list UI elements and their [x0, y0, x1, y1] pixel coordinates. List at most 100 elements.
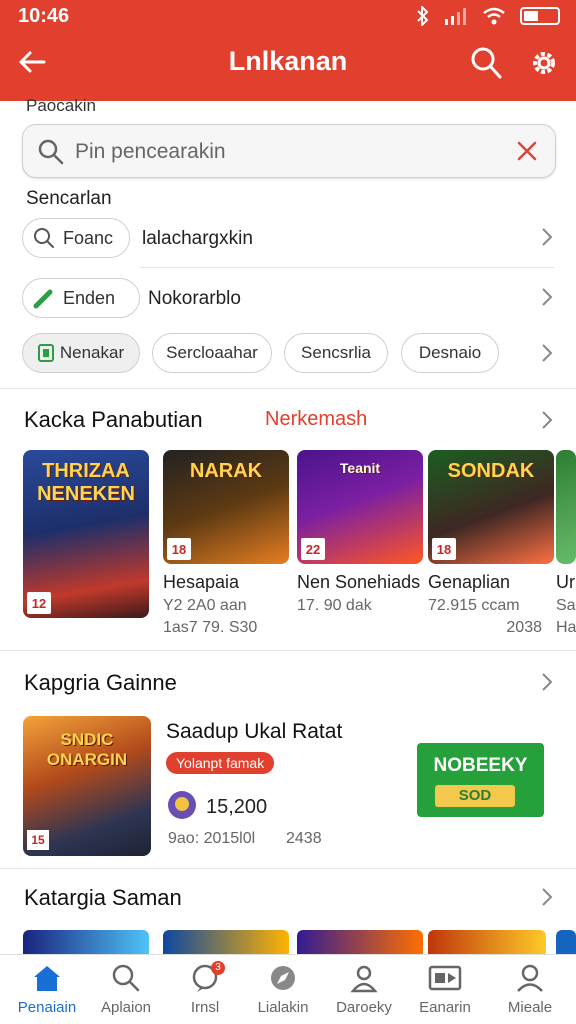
button-label: NOBEEKY: [433, 755, 528, 776]
game-meta: 72.915 ccam: [428, 597, 520, 614]
section-link[interactable]: Nerkemash: [265, 408, 367, 431]
chevron-right-icon[interactable]: [540, 671, 554, 693]
featured-meta-secondary: 2438: [286, 830, 322, 847]
section-title: Kacka Panabutian: [24, 407, 203, 432]
game-thumbnail-partial[interactable]: [23, 930, 149, 954]
chevron-right-icon: [542, 228, 553, 246]
history-row[interactable]: Enden Nokorarblo: [0, 270, 576, 326]
app-bar: 10:46 Lnlkanan: [0, 0, 576, 101]
game-name: Hesapaia: [163, 572, 240, 592]
featured-meta: 9ao: 2015l0l: [168, 830, 256, 847]
search-icon: [34, 228, 54, 248]
game-meta: Sa: [556, 597, 576, 614]
history-chip[interactable]: Enden: [22, 278, 140, 318]
game-card-partial[interactable]: Ur Sa Ha: [556, 450, 576, 637]
age-rating-badge: 18: [432, 538, 456, 560]
history-row[interactable]: Foanc lalachargxkin: [0, 210, 576, 266]
history-chip-label: Enden: [63, 287, 116, 308]
game-art-title: SNDIC ONARGIN: [46, 730, 128, 769]
history-label: Sencarlan: [26, 188, 112, 209]
nav-label: Mieale: [507, 999, 553, 1016]
game-thumbnail-partial[interactable]: [163, 930, 289, 954]
search-box[interactable]: [22, 124, 556, 178]
nav-item-search[interactable]: Aplaion: [86, 961, 166, 1016]
section-divider: [0, 650, 576, 651]
filter-chip-desnaio[interactable]: Desnaio: [401, 333, 499, 373]
account-icon: [517, 964, 543, 992]
category-icon: [37, 344, 54, 362]
notification-badge: 3: [211, 961, 225, 975]
game-name: Genaplian: [428, 572, 511, 592]
history-chip-label: Foanc: [63, 227, 114, 248]
featured-price: 15,200: [206, 796, 268, 818]
age-rating-badge: 15: [27, 830, 49, 850]
filter-chip-label: Desnaio: [418, 343, 482, 362]
nav-label: Penaiain: [17, 999, 77, 1016]
game-thumbnail: THRIZAA NENEKEN 12: [23, 450, 149, 618]
game-meta-secondary: 1as7 79. S30: [163, 619, 258, 636]
section-title: Kapgria Gainne: [24, 670, 177, 695]
media-icon: [428, 965, 462, 991]
filter-chip-nenakar[interactable]: Nenakar: [22, 333, 140, 373]
nav-item-media[interactable]: Eanarin: [405, 961, 485, 1016]
search-button[interactable]: [470, 46, 502, 80]
home-icon: [34, 966, 60, 991]
game-meta-secondary: 2038: [506, 619, 542, 636]
history-chip[interactable]: Foanc: [22, 218, 130, 258]
compass-icon: [271, 966, 295, 990]
featured-action-button[interactable]: NOBEEKY SOD: [417, 743, 544, 817]
age-rating-badge: 22: [301, 538, 325, 560]
game-card[interactable]: NARAK 18 Hesapaia Y2 2A0 aan 1as7 79. S3…: [163, 450, 289, 637]
game-meta-secondary: Ha: [556, 619, 576, 636]
game-art-title: NARAK: [189, 460, 263, 482]
game-meta: Y2 2A0 aan: [163, 597, 247, 614]
game-card[interactable]: THRIZAA NENEKEN 12: [23, 450, 149, 618]
featured-game-title: Saadup Ukal Ratat: [166, 720, 343, 743]
status-time: 10:46: [18, 5, 70, 27]
chevron-right-icon[interactable]: [540, 409, 554, 431]
search-icon: [38, 139, 64, 165]
clear-search-button[interactable]: [515, 139, 539, 163]
game-name: Ur: [556, 572, 575, 592]
search-input[interactable]: [75, 135, 505, 169]
game-card[interactable]: SONDAK 18 Genaplian 72.915 ccam 2038: [428, 450, 554, 637]
signal-icon: [445, 8, 466, 25]
nav-item-chat[interactable]: 3 Irnsl: [165, 961, 245, 1016]
nav-item-home[interactable]: Penaiain: [7, 961, 87, 1016]
status-bar: 10:46: [0, 0, 576, 32]
section-divider: [0, 388, 576, 389]
nav-item-explore[interactable]: Lialakin: [243, 961, 323, 1016]
game-thumbnail-partial[interactable]: [297, 930, 423, 954]
game-thumbnail: Teanit 22: [297, 450, 423, 564]
settings-gear-button[interactable]: [528, 47, 560, 79]
nav-item-account[interactable]: Mieale: [490, 961, 570, 1016]
featured-game-thumbnail[interactable]: SNDIC ONARGIN 15: [23, 716, 151, 856]
game-thumbnail-partial[interactable]: [428, 930, 546, 954]
age-rating-badge: 12: [27, 592, 51, 614]
chevron-right-icon[interactable]: [540, 886, 554, 908]
age-rating-badge: 18: [167, 538, 191, 560]
chevron-right-icon[interactable]: [540, 342, 554, 364]
section-divider: [0, 868, 576, 869]
game-card[interactable]: Teanit 22 Nen Sonehiads 17. 90 dak: [297, 450, 423, 615]
status-icons: [416, 6, 560, 26]
filter-chip-sencsrlia[interactable]: Sencsrlia: [284, 333, 388, 373]
divider: [140, 267, 554, 268]
breadcrumb: Paocakin: [26, 96, 96, 115]
game-thumbnail: SONDAK 18: [428, 450, 554, 564]
person-icon: [350, 965, 378, 993]
button-sublabel: SOD: [435, 785, 515, 807]
filter-chip-sercloaahar[interactable]: Sercloaahar: [152, 333, 272, 373]
nav-label: Eanarin: [419, 999, 471, 1016]
pencil-icon: [33, 289, 53, 309]
game-art-title: THRIZAA NENEKEN: [37, 460, 135, 505]
nav-item-person[interactable]: Daroeky: [324, 961, 404, 1016]
history-text: lalachargxkin: [142, 228, 253, 249]
filter-chip-label: Sencsrlia: [301, 343, 371, 362]
bluetooth-icon: [417, 6, 429, 26]
nav-label: Lialakin: [257, 999, 309, 1016]
filter-chip-label: Sercloaahar: [166, 343, 258, 362]
publisher-avatar: [168, 791, 196, 819]
section-title: Katargia Saman: [24, 885, 182, 910]
game-thumbnail-partial[interactable]: [556, 930, 576, 954]
